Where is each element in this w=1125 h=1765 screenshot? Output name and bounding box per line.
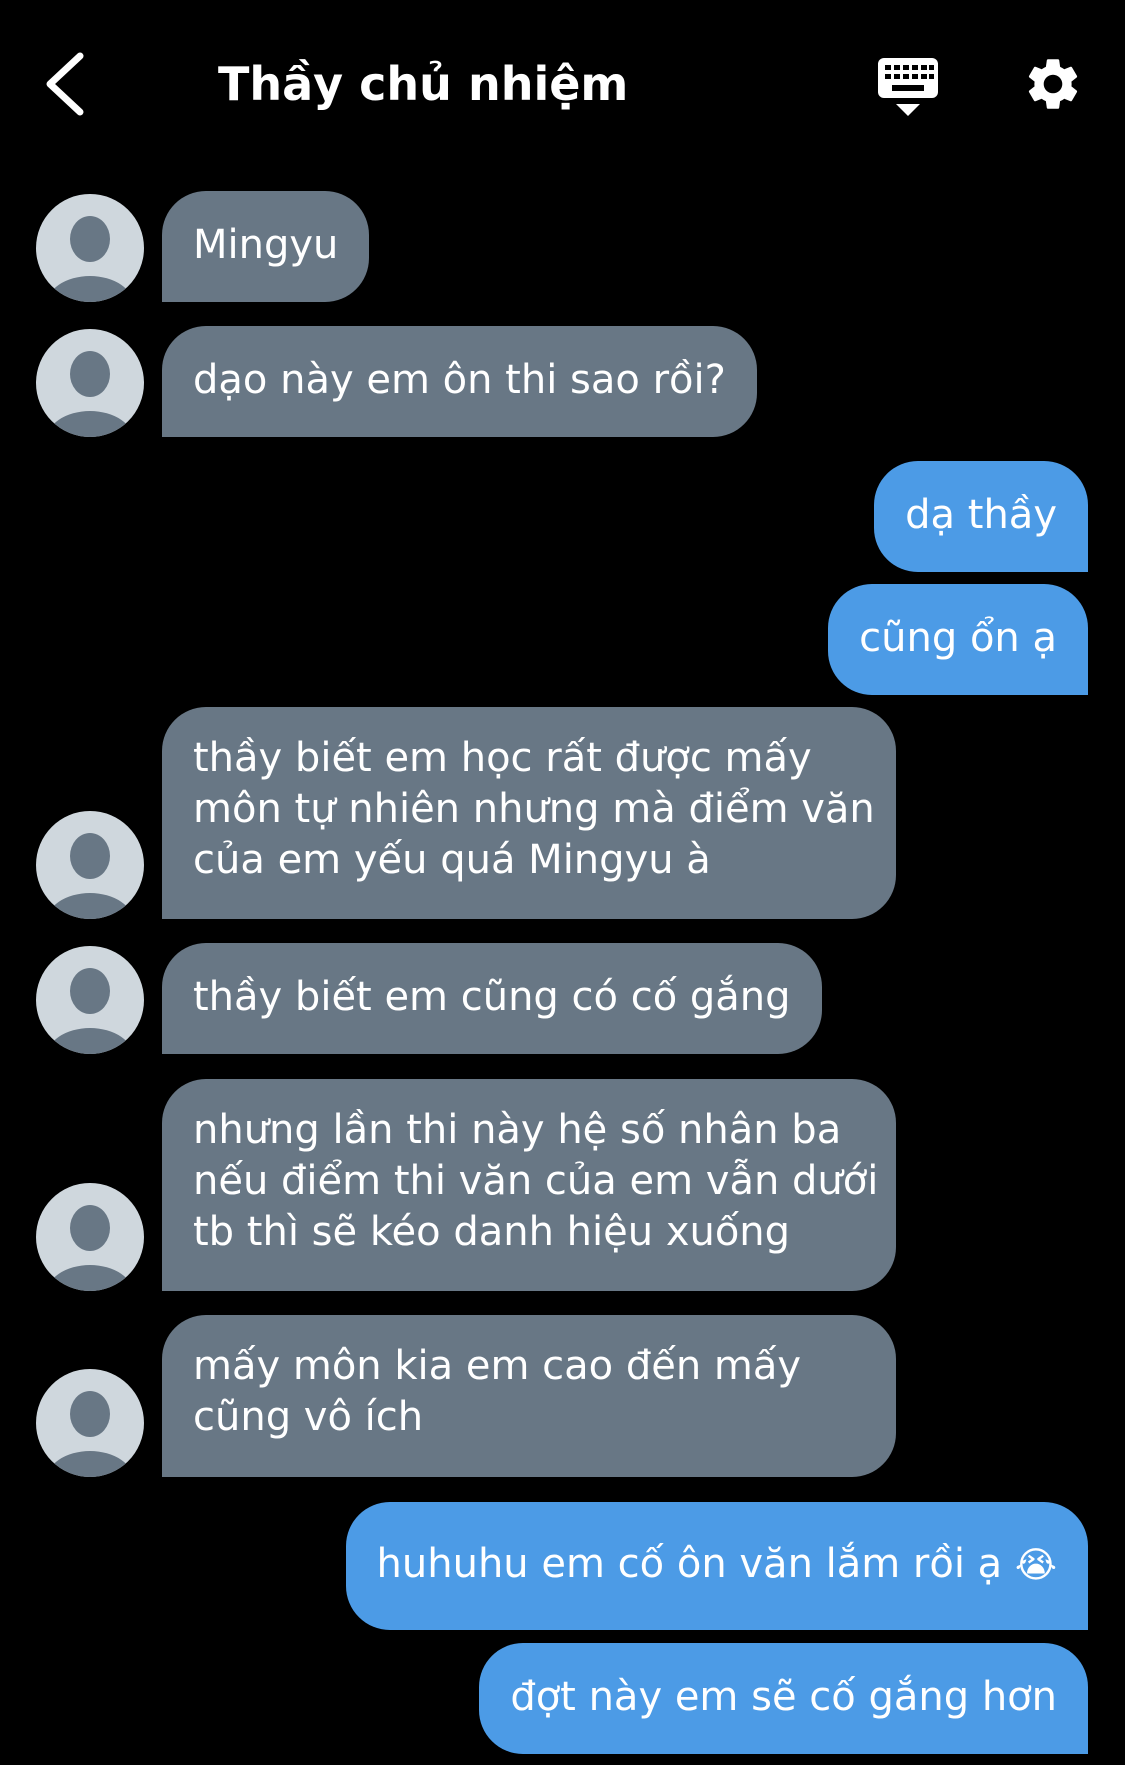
- avatar[interactable]: [36, 194, 144, 302]
- message-line: nhưng lần thi này hệ số nhân ba: [193, 1107, 842, 1153]
- message-text: thầy biết em cũng có cố gắng: [193, 974, 791, 1020]
- outgoing-message-bubble[interactable]: cũng ổn ạ: [828, 584, 1088, 695]
- message-text: dạ thầy: [905, 492, 1057, 538]
- chat-title: Thầy chủ nhiệm: [218, 57, 629, 111]
- default-user-icon: [36, 1183, 144, 1291]
- incoming-message-bubble[interactable]: dạo này em ôn thi sao rồi?: [162, 326, 757, 437]
- message-line: thầy biết em học rất được mấy: [193, 735, 812, 781]
- message-text: dạo này em ôn thi sao rồi?: [193, 357, 726, 403]
- incoming-message-bubble[interactable]: thầy biết em học rất được mấy môn tự nhi…: [162, 707, 896, 919]
- loudly-crying-face-icon: 😭: [1014, 1545, 1057, 1586]
- incoming-message-bubble[interactable]: Mingyu: [162, 191, 370, 302]
- message-line: nếu điểm thi văn của em vẫn dưới: [193, 1158, 879, 1204]
- gear-icon: [1028, 59, 1078, 109]
- message-line: cũng vô ích: [193, 1394, 424, 1440]
- message-line: tb thì sẽ kéo danh hiệu xuống: [193, 1209, 791, 1255]
- message-line: của em yếu quá Mingyu à: [193, 837, 711, 883]
- outgoing-message-bubble[interactable]: dạ thầy: [874, 461, 1088, 572]
- keyboard-toggle-button[interactable]: [876, 56, 940, 118]
- message-text: cũng ổn ạ: [859, 615, 1057, 661]
- message-text: huhuhu em cố ôn văn lắm rồi ạ: [376, 1541, 1003, 1587]
- default-user-icon: [36, 946, 144, 1054]
- default-user-icon: [36, 329, 144, 437]
- message-line: môn tự nhiên nhưng mà điểm văn: [193, 786, 875, 832]
- incoming-message-bubble[interactable]: nhưng lần thi này hệ số nhân ba nếu điểm…: [162, 1079, 896, 1291]
- incoming-message-bubble[interactable]: mấy môn kia em cao đến mấy cũng vô ích: [162, 1315, 896, 1477]
- settings-button[interactable]: [1022, 53, 1084, 115]
- incoming-message-bubble[interactable]: thầy biết em cũng có cố gắng: [162, 943, 822, 1054]
- avatar[interactable]: [36, 811, 144, 919]
- default-user-icon: [36, 811, 144, 919]
- chevron-left-icon: [46, 52, 84, 116]
- message-text: Mingyu: [193, 222, 339, 268]
- message-text: đợt này em sẽ cố gắng hơn: [510, 1674, 1057, 1720]
- keyboard-hide-icon: [878, 58, 938, 116]
- avatar[interactable]: [36, 329, 144, 437]
- avatar[interactable]: [36, 1369, 144, 1477]
- message-line: mấy môn kia em cao đến mấy: [193, 1343, 802, 1389]
- outgoing-message-bubble[interactable]: đợt này em sẽ cố gắng hơn: [479, 1643, 1088, 1754]
- avatar[interactable]: [36, 946, 144, 1054]
- chat-header: Thầy chủ nhiệm: [0, 0, 1125, 170]
- outgoing-message-bubble[interactable]: huhuhu em cố ôn văn lắm rồi ạ 😭: [345, 1502, 1088, 1630]
- default-user-icon: [36, 194, 144, 302]
- avatar[interactable]: [36, 1183, 144, 1291]
- default-user-icon: [36, 1369, 144, 1477]
- back-button[interactable]: [40, 50, 92, 118]
